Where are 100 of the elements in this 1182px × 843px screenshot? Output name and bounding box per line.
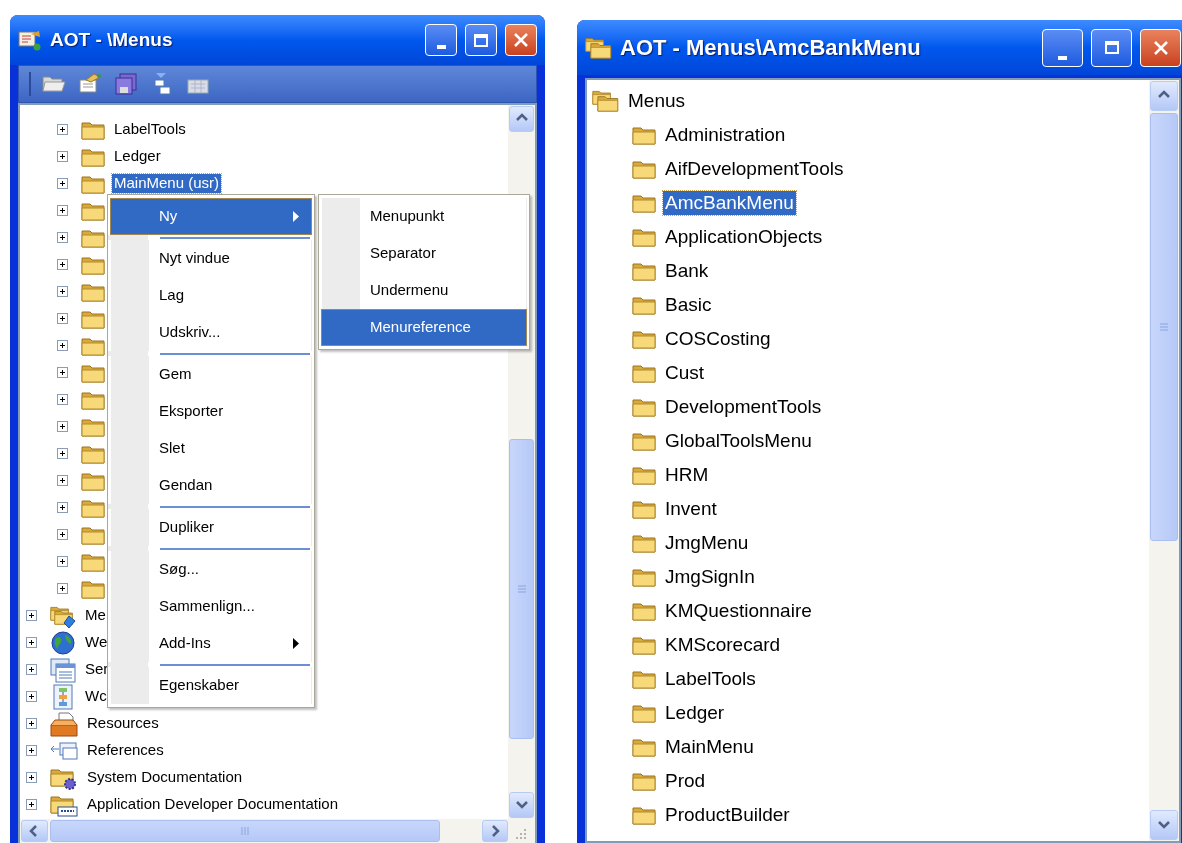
expand-button[interactable] <box>57 178 68 189</box>
scrollbar-thumb[interactable] <box>50 820 440 842</box>
expand-button[interactable] <box>57 313 68 324</box>
tree-item[interactable]: Basic <box>663 293 714 317</box>
tree-item[interactable]: HRM <box>663 463 711 487</box>
menu-item[interactable]: Udskriv... <box>110 314 312 351</box>
menu-item[interactable]: Ny <box>110 198 312 235</box>
expand-button[interactable] <box>26 637 37 648</box>
expand-button[interactable] <box>57 448 68 459</box>
tree-item[interactable]: We <box>83 633 110 652</box>
tree-item[interactable]: MainMenu <box>663 735 756 759</box>
minimize-button[interactable] <box>1042 28 1083 67</box>
expand-button[interactable] <box>57 340 68 351</box>
tree-item[interactable]: LabelTools <box>663 667 758 691</box>
tree-item[interactable]: Wc <box>83 687 109 706</box>
tree-item[interactable]: Ser <box>83 660 111 679</box>
tree-item[interactable]: AmcBankMenu <box>663 191 796 215</box>
expand-button[interactable] <box>26 772 37 783</box>
maximize-icon <box>1104 41 1119 54</box>
scrollbar-thumb[interactable] <box>509 439 534 739</box>
tree-item[interactable]: Administration <box>663 123 788 147</box>
close-button[interactable] <box>1140 28 1181 67</box>
tree-item[interactable]: GlobalToolsMenu <box>663 429 814 453</box>
expand-button[interactable] <box>26 664 37 675</box>
expand-button[interactable] <box>57 124 68 135</box>
menu-item[interactable]: Slet <box>110 430 312 467</box>
scroll-right-button[interactable] <box>482 820 508 842</box>
scroll-down-button[interactable] <box>509 792 534 818</box>
folder-icon <box>632 465 656 485</box>
menu-item[interactable]: Menureference <box>321 309 527 346</box>
expand-button[interactable] <box>57 394 68 405</box>
maximize-button[interactable] <box>1091 28 1132 67</box>
save-button[interactable] <box>113 71 139 97</box>
scroll-up-button[interactable] <box>1150 81 1178 111</box>
tree-item[interactable]: JmgMenu <box>663 531 751 555</box>
window-title: AOT - \Menus <box>50 27 174 52</box>
tree-item[interactable]: DevelopmentTools <box>663 395 824 419</box>
tree-item[interactable]: JmgSignIn <box>663 565 757 589</box>
expand-button[interactable] <box>57 556 68 567</box>
expand-button[interactable] <box>57 367 68 378</box>
expand-button[interactable] <box>26 799 37 810</box>
tree-item[interactable]: COSCosting <box>663 327 773 351</box>
menu-item[interactable]: Egenskaber <box>110 667 312 704</box>
tree-item[interactable]: Application Developer Documentation <box>85 795 340 814</box>
expand-button[interactable] <box>26 745 37 756</box>
tree-item[interactable]: System Documentation <box>85 768 245 787</box>
menu-item[interactable]: Add-Ins <box>110 625 312 662</box>
folders-icon <box>592 89 619 113</box>
tree-item[interactable]: Cust <box>663 361 707 385</box>
menu-item[interactable]: Søg... <box>110 551 312 588</box>
vertical-scrollbar[interactable] <box>1149 80 1179 841</box>
menu-item[interactable]: Sammenlign... <box>110 588 312 625</box>
menu-item[interactable]: Dupliker <box>110 509 312 546</box>
expand-button[interactable] <box>57 421 68 432</box>
menu-item[interactable]: Gendan <box>110 467 312 504</box>
folder-icon <box>632 669 656 689</box>
expand-button[interactable] <box>57 475 68 486</box>
close-button[interactable] <box>505 24 537 56</box>
expand-button[interactable] <box>26 718 37 729</box>
expand-button[interactable] <box>26 691 37 702</box>
menu-item[interactable]: Gem <box>110 356 312 393</box>
tree-item[interactable]: LabelTools <box>112 120 188 139</box>
expand-button[interactable] <box>57 151 68 162</box>
tree-item[interactable]: KMQuestionnaire <box>663 599 814 623</box>
tree-item[interactable]: AifDevelopmentTools <box>663 157 846 181</box>
scroll-up-button[interactable] <box>509 106 534 132</box>
expand-button[interactable] <box>57 259 68 270</box>
expand-button[interactable] <box>57 205 68 216</box>
tree-item[interactable]: ApplicationObjects <box>663 225 825 249</box>
tree-item[interactable]: Ledger <box>663 701 727 725</box>
expand-button[interactable] <box>57 583 68 594</box>
tree-item[interactable]: Bank <box>663 259 711 283</box>
tree-item[interactable]: Resources <box>85 714 161 733</box>
tree-item[interactable]: KMScorecard <box>663 633 783 657</box>
inbox-tray-icon <box>50 710 78 737</box>
expand-button[interactable] <box>57 529 68 540</box>
menu-item[interactable]: Nyt vindue <box>110 240 312 277</box>
tree-item[interactable]: Me <box>83 606 108 625</box>
minimize-button[interactable] <box>425 24 457 56</box>
scroll-down-button[interactable] <box>1150 810 1178 840</box>
tree-item[interactable]: Menus <box>626 89 688 113</box>
expand-button[interactable] <box>57 502 68 513</box>
maximize-button[interactable] <box>465 24 497 56</box>
menu-item[interactable]: Menupunkt <box>321 198 527 235</box>
expand-button[interactable] <box>57 286 68 297</box>
tree-item[interactable]: Prod <box>663 769 708 793</box>
horizontal-scrollbar[interactable] <box>20 819 535 843</box>
tree-item[interactable]: ProductBuilder <box>663 803 792 827</box>
expand-button[interactable] <box>57 232 68 243</box>
tree-item[interactable]: MainMenu (usr) <box>112 174 222 193</box>
scroll-left-button[interactable] <box>21 820 48 842</box>
tree-item[interactable]: Invent <box>663 497 719 521</box>
menu-item[interactable]: Undermenu <box>321 272 527 309</box>
expand-button[interactable] <box>26 610 37 621</box>
menu-item[interactable]: Eksporter <box>110 393 312 430</box>
menu-item[interactable]: Separator <box>321 235 527 272</box>
menu-item[interactable]: Lag <box>110 277 312 314</box>
tree-item[interactable]: References <box>85 741 166 760</box>
scrollbar-thumb[interactable] <box>1150 113 1178 541</box>
tree-item[interactable]: Ledger <box>112 147 163 166</box>
